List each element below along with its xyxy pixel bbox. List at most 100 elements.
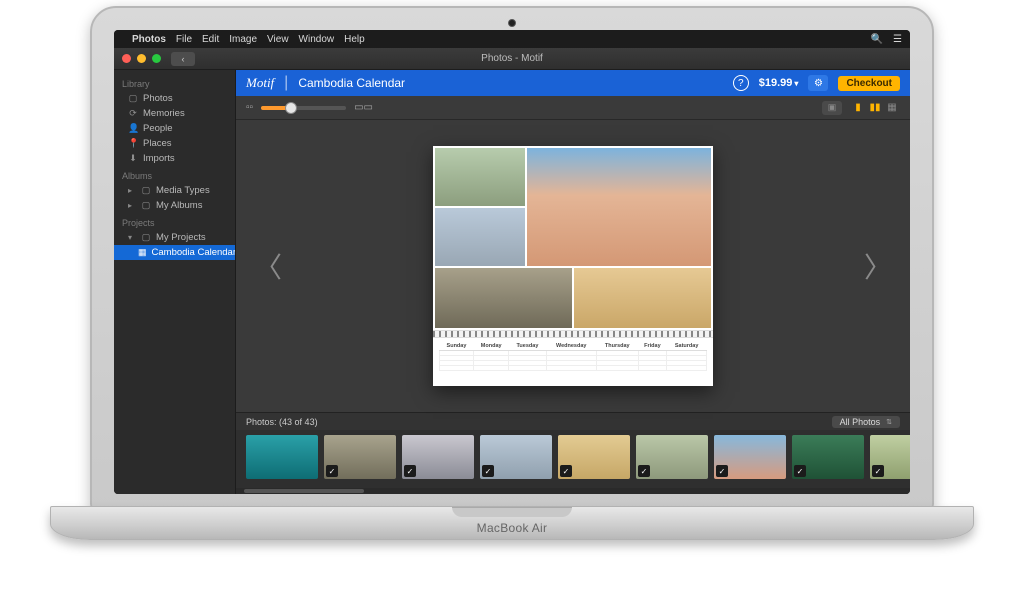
day-header: Saturday (667, 342, 707, 351)
menubar-app[interactable]: Photos (132, 34, 166, 45)
tray-thumbnail[interactable]: ✓ (402, 435, 474, 479)
zoom-slider[interactable] (261, 106, 346, 110)
tray-thumbnail[interactable]: ✓ (714, 435, 786, 479)
collage-photo[interactable] (435, 268, 572, 328)
sidebar: Library ▢Photos ⟳Memories 👤People 📍Place… (114, 70, 236, 494)
sidebar-item-people[interactable]: 👤People (114, 121, 235, 136)
screen: Photos File Edit Image View Window Help … (114, 30, 910, 494)
tray-scrollbar[interactable] (236, 488, 910, 494)
folder-icon: ▢ (141, 200, 151, 211)
macos-menubar: Photos File Edit Image View Window Help … (114, 30, 910, 48)
back-button[interactable]: ‹ (171, 52, 195, 66)
scrollbar-thumb[interactable] (244, 489, 364, 493)
sidebar-item-places[interactable]: 📍Places (114, 136, 235, 151)
view-toolbar: ▫▫ ▭▭ ▣ ▮ ▮▮ ▦ (236, 96, 910, 120)
photo-tray[interactable]: ✓ ✓ ✓ ✓ ✓ ✓ ✓ ✓ (236, 430, 910, 488)
main-area: Motif | Cambodia Calendar ? $19.99▾ ⚙ Ch… (236, 70, 910, 494)
people-icon: 👤 (128, 123, 138, 134)
project-icon: ▦ (138, 247, 147, 258)
day-header: Tuesday (509, 342, 546, 351)
collage-photo[interactable] (527, 148, 711, 266)
laptop-deck: MacBook Air (50, 506, 974, 540)
day-header: Wednesday (546, 342, 596, 351)
maximize-button[interactable] (152, 54, 161, 63)
collage-photo[interactable] (574, 268, 711, 328)
check-icon: ✓ (794, 465, 806, 477)
screen-bezel: Photos File Edit Image View Window Help … (90, 6, 934, 514)
collage-photo[interactable] (435, 148, 525, 206)
traffic-lights (122, 54, 161, 63)
menubar-item-view[interactable]: View (267, 34, 289, 45)
sidebar-item-media-types[interactable]: ▸▢Media Types (114, 183, 235, 198)
menubar-item-help[interactable]: Help (344, 34, 365, 45)
list-icon[interactable]: ☰ (893, 34, 902, 45)
tray-thumbnail[interactable]: ✓ (324, 435, 396, 479)
check-icon: ✓ (560, 465, 572, 477)
chevron-down-icon: ▾ (794, 79, 798, 88)
tray-thumbnail[interactable]: ✓ (480, 435, 552, 479)
zoom-single-icon[interactable]: ▫▫ (246, 102, 253, 113)
minimize-button[interactable] (137, 54, 146, 63)
laptop-frame: Photos File Edit Image View Window Help … (90, 0, 934, 560)
tray-thumbnail[interactable]: ✓ (636, 435, 708, 479)
photos-icon: ▢ (128, 93, 138, 104)
disclosure-icon[interactable]: ▸ (128, 186, 136, 195)
help-button[interactable]: ? (733, 75, 749, 91)
motif-header: Motif | Cambodia Calendar ? $19.99▾ ⚙ Ch… (236, 70, 910, 96)
search-icon[interactable]: 🔍 (871, 34, 883, 45)
sidebar-item-cambodia-calendar[interactable]: ▦Cambodia Calendar (114, 245, 235, 260)
project-title: Cambodia Calendar (298, 76, 405, 90)
sidebar-item-imports[interactable]: ⬇Imports (114, 151, 235, 166)
tray-thumbnail[interactable] (246, 435, 318, 479)
view-mode-segment: ▮ ▮▮ ▦ (850, 101, 900, 115)
disclosure-icon[interactable]: ▸ (128, 201, 136, 210)
spiral-binding (433, 330, 713, 338)
checkout-button[interactable]: Checkout (838, 76, 900, 91)
sidebar-item-memories[interactable]: ⟳Memories (114, 106, 235, 121)
sidebar-item-photos[interactable]: ▢Photos (114, 91, 235, 106)
view-mode-single[interactable]: ▮ (850, 101, 866, 115)
check-icon: ✓ (482, 465, 494, 477)
menubar-item-window[interactable]: Window (299, 34, 335, 45)
zoom-spread-icon[interactable]: ▭▭ (354, 102, 373, 113)
app-window: ‹ Photos - Motif Library ▢Photos ⟳Memori… (114, 48, 910, 494)
slider-thumb[interactable] (285, 102, 297, 114)
collage-photo[interactable] (435, 208, 525, 266)
next-page-button[interactable]: 〉 (854, 236, 902, 296)
tray-thumbnail[interactable]: ✓ (558, 435, 630, 479)
prev-page-button[interactable]: 〈 (244, 236, 292, 296)
check-icon: ✓ (638, 465, 650, 477)
sidebar-heading-projects: Projects (114, 213, 235, 230)
calendar-page[interactable]: Sunday Monday Tuesday Wednesday Thursday… (433, 146, 713, 386)
price-dropdown[interactable]: $19.99▾ (759, 77, 799, 89)
sidebar-item-my-albums[interactable]: ▸▢My Albums (114, 198, 235, 213)
imports-icon: ⬇ (128, 153, 138, 164)
check-icon: ✓ (326, 465, 338, 477)
tray-thumbnail[interactable]: ✓ (792, 435, 864, 479)
disclosure-icon[interactable]: ▾ (128, 233, 136, 242)
tray-filter-dropdown[interactable]: All Photos ⇅ (832, 416, 900, 428)
laptop-brand: MacBook Air (477, 521, 548, 535)
window-titlebar: ‹ Photos - Motif (114, 48, 910, 70)
window-title: Photos - Motif (481, 53, 543, 64)
menubar-item-file[interactable]: File (176, 34, 192, 45)
day-header: Friday (638, 342, 667, 351)
menubar-item-image[interactable]: Image (229, 34, 257, 45)
view-mode-double[interactable]: ▮▮ (867, 101, 883, 115)
photo-collage (433, 146, 713, 268)
places-icon: 📍 (128, 138, 138, 149)
settings-button[interactable]: ⚙ (808, 75, 828, 91)
day-header: Monday (473, 342, 508, 351)
tray-thumbnail[interactable]: ✓ (870, 435, 910, 479)
calendar-grid: Sunday Monday Tuesday Wednesday Thursday… (433, 338, 713, 386)
photo-panel-toggle[interactable]: ▣ (822, 101, 842, 115)
menubar-item-edit[interactable]: Edit (202, 34, 219, 45)
sidebar-item-my-projects[interactable]: ▾▢My Projects (114, 230, 235, 245)
check-icon: ✓ (716, 465, 728, 477)
view-mode-grid[interactable]: ▦ (884, 101, 900, 115)
tray-label: Photos: (246, 417, 277, 427)
check-icon: ✓ (404, 465, 416, 477)
photo-tray-header: Photos: (43 of 43) All Photos ⇅ (236, 412, 910, 430)
day-header: Sunday (440, 342, 474, 351)
close-button[interactable] (122, 54, 131, 63)
